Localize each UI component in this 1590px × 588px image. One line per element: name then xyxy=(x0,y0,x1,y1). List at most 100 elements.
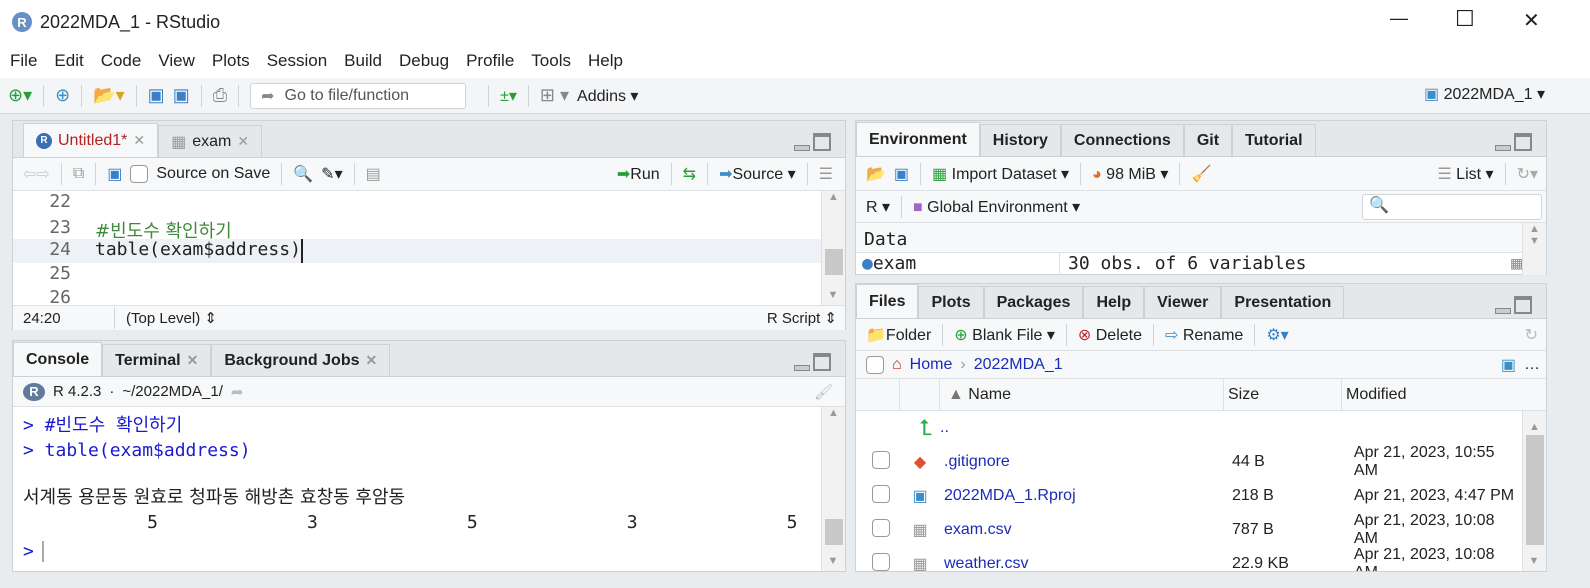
environment-menu[interactable]: ■ Global Environment ▾ xyxy=(913,197,1080,217)
save-workspace-icon[interactable]: ▣ xyxy=(894,164,909,184)
close-button[interactable]: ✕ xyxy=(1523,8,1540,33)
view-mode-menu[interactable]: ☰ List ▾ xyxy=(1437,164,1493,184)
minimize-pane-icon[interactable] xyxy=(1495,145,1511,151)
menu-debug[interactable]: Debug xyxy=(399,51,449,71)
code-editor[interactable]: 22 23 #빈도수 확인하기 24 table(exam$address) 25 … xyxy=(13,191,821,308)
file-checkbox[interactable] xyxy=(872,450,890,469)
tab-connections[interactable]: Connections xyxy=(1060,124,1184,156)
env-scrollbar[interactable]: ▲ ▼ xyxy=(1522,223,1546,275)
menu-edit[interactable]: Edit xyxy=(54,51,83,71)
memory-usage-menu[interactable]: ◕ 98 MiB ▾ xyxy=(1092,164,1168,184)
env-item-exam[interactable]: ●exam 30 obs. of 6 variables ▦ xyxy=(856,253,1522,275)
source-button[interactable]: ➡Source ▾ xyxy=(719,164,796,184)
tab-background-jobs[interactable]: Background Jobs ✕ xyxy=(211,344,391,376)
import-dataset-menu[interactable]: ▦ Import Dataset ▾ xyxy=(932,164,1069,184)
show-in-window-icon[interactable]: ⧉ xyxy=(73,165,84,183)
notebook-icon[interactable]: ▤ xyxy=(366,164,381,184)
magic-wand-icon[interactable]: ✎▾ xyxy=(321,164,342,184)
back-icon[interactable]: ⇦⇨ xyxy=(23,164,50,184)
menu-build[interactable]: Build xyxy=(344,51,382,71)
new-file-icon[interactable]: ⊕▾ xyxy=(8,85,32,106)
tab-history[interactable]: History xyxy=(979,124,1061,156)
close-tab-icon[interactable]: ✕ xyxy=(366,352,378,369)
go-to-directory-icon[interactable]: ➦ xyxy=(231,383,244,401)
save-all-icon[interactable]: ▣ xyxy=(173,85,190,106)
column-size[interactable]: Size xyxy=(1224,378,1342,411)
new-folder-button[interactable]: 📁Folder xyxy=(866,325,931,345)
tab-exam[interactable]: ▦ exam ✕ xyxy=(158,125,263,157)
tab-plots[interactable]: Plots xyxy=(918,286,984,318)
pane-layout-icon[interactable]: ⊞ ▾ xyxy=(540,85,569,106)
file-checkbox[interactable] xyxy=(872,552,890,571)
file-type-menu[interactable]: R Script ⇕ xyxy=(767,309,837,327)
run-button[interactable]: ➡Run xyxy=(617,164,660,184)
refresh-icon[interactable]: ↻ xyxy=(1525,325,1538,345)
home-icon[interactable]: ⌂ xyxy=(892,356,902,374)
menu-tools[interactable]: Tools xyxy=(531,51,571,71)
outline-icon[interactable]: ☰ xyxy=(819,164,833,184)
column-modified[interactable]: Modified xyxy=(1342,386,1406,404)
select-all-checkbox[interactable] xyxy=(866,355,884,374)
maximize-pane-icon[interactable] xyxy=(813,353,831,371)
clear-console-icon[interactable]: 🖌 xyxy=(814,383,833,401)
save-icon[interactable]: ▣ xyxy=(107,164,122,184)
maximize-pane-icon[interactable] xyxy=(1514,296,1532,314)
refresh-icon[interactable]: ↻▾ xyxy=(1517,164,1538,184)
project-menu[interactable]: ▣ 2022MDA_1 ▾ xyxy=(1424,84,1545,104)
clear-workspace-icon[interactable]: 🧹 xyxy=(1191,164,1211,184)
working-directory[interactable]: ~/2022MDA_1/ xyxy=(122,383,222,400)
tab-presentation[interactable]: Presentation xyxy=(1221,286,1345,318)
breadcrumb-project[interactable]: 2022MDA_1 xyxy=(974,356,1063,374)
tab-terminal[interactable]: Terminal ✕ xyxy=(102,344,212,376)
tab-tutorial[interactable]: Tutorial xyxy=(1232,124,1316,156)
print-icon[interactable]: ⎙ xyxy=(213,85,227,106)
delete-button[interactable]: ⊗ Delete xyxy=(1078,325,1142,345)
minimize-button[interactable]: — xyxy=(1390,8,1408,29)
rename-button[interactable]: ⇨ Rename xyxy=(1165,325,1243,345)
close-tab-icon[interactable]: ✕ xyxy=(237,133,249,150)
menu-help[interactable]: Help xyxy=(588,51,623,71)
blank-file-button[interactable]: ⊕ Blank File ▾ xyxy=(954,325,1055,345)
file-row[interactable]: ▦ exam.csv 787 B Apr 21, 2023, 10:08 AM xyxy=(856,512,1522,547)
minimize-pane-icon[interactable] xyxy=(1495,308,1511,314)
go-to-project-icon[interactable]: ▣ xyxy=(1501,355,1516,375)
editor-scrollbar[interactable]: ▲ ▼ xyxy=(821,191,845,305)
go-to-file-input[interactable]: ➦ Go to file/function xyxy=(250,82,467,109)
more-gear-icon[interactable]: ⚙▾ xyxy=(1266,325,1288,345)
file-checkbox[interactable] xyxy=(872,484,890,503)
new-project-icon[interactable]: ⊕ xyxy=(55,85,70,106)
more-icon[interactable]: … xyxy=(1524,356,1540,374)
view-data-icon[interactable]: ▦ xyxy=(1511,253,1522,275)
close-tab-icon[interactable]: ✕ xyxy=(187,352,199,369)
minimize-pane-icon[interactable] xyxy=(794,145,810,151)
tab-packages[interactable]: Packages xyxy=(983,286,1084,318)
file-row[interactable]: ▣ 2022MDA_1.Rproj 218 B Apr 21, 2023, 4:47 … xyxy=(856,479,1522,513)
expand-icon[interactable]: ● xyxy=(862,253,873,274)
menu-view[interactable]: View xyxy=(158,51,195,71)
save-icon[interactable]: ▣ xyxy=(148,85,165,106)
tab-git[interactable]: Git xyxy=(1183,124,1233,156)
tab-environment[interactable]: Environment xyxy=(856,122,980,156)
file-row[interactable]: ▦weather.csv22.9 KBApr 21, 2023, 10:08 A… xyxy=(856,546,1522,571)
breadcrumb-home[interactable]: Home xyxy=(910,356,953,374)
maximize-pane-icon[interactable] xyxy=(1514,133,1532,151)
menu-code[interactable]: Code xyxy=(101,51,142,71)
load-workspace-icon[interactable]: 📂 xyxy=(866,164,886,184)
maximize-button[interactable]: ☐ xyxy=(1455,6,1475,32)
rerun-icon[interactable]: ⇆ xyxy=(683,164,696,184)
files-scrollbar[interactable]: ▲ ▼ xyxy=(1522,411,1546,571)
tab-console[interactable]: Console xyxy=(13,342,103,376)
addins-menu[interactable]: Addins ▾ xyxy=(577,86,638,106)
tab-untitled1[interactable]: R Untitled1* ✕ xyxy=(23,123,159,157)
open-file-icon[interactable]: 📂▾ xyxy=(93,85,124,106)
close-tab-icon[interactable]: ✕ xyxy=(133,132,145,149)
menu-session[interactable]: Session xyxy=(267,51,327,71)
language-menu[interactable]: R ▾ xyxy=(866,197,890,217)
console-output[interactable]: > #빈도수 확인하기 > table(exam$address) 서계동 용문… xyxy=(23,413,1117,564)
column-name[interactable]: ▲ Name xyxy=(940,378,1224,411)
menu-file[interactable]: File xyxy=(10,51,37,71)
console-scrollbar[interactable]: ▲ ▼ xyxy=(821,407,845,571)
tab-help[interactable]: Help xyxy=(1083,286,1145,318)
maximize-pane-icon[interactable] xyxy=(813,133,831,151)
minimize-pane-icon[interactable] xyxy=(794,365,810,371)
